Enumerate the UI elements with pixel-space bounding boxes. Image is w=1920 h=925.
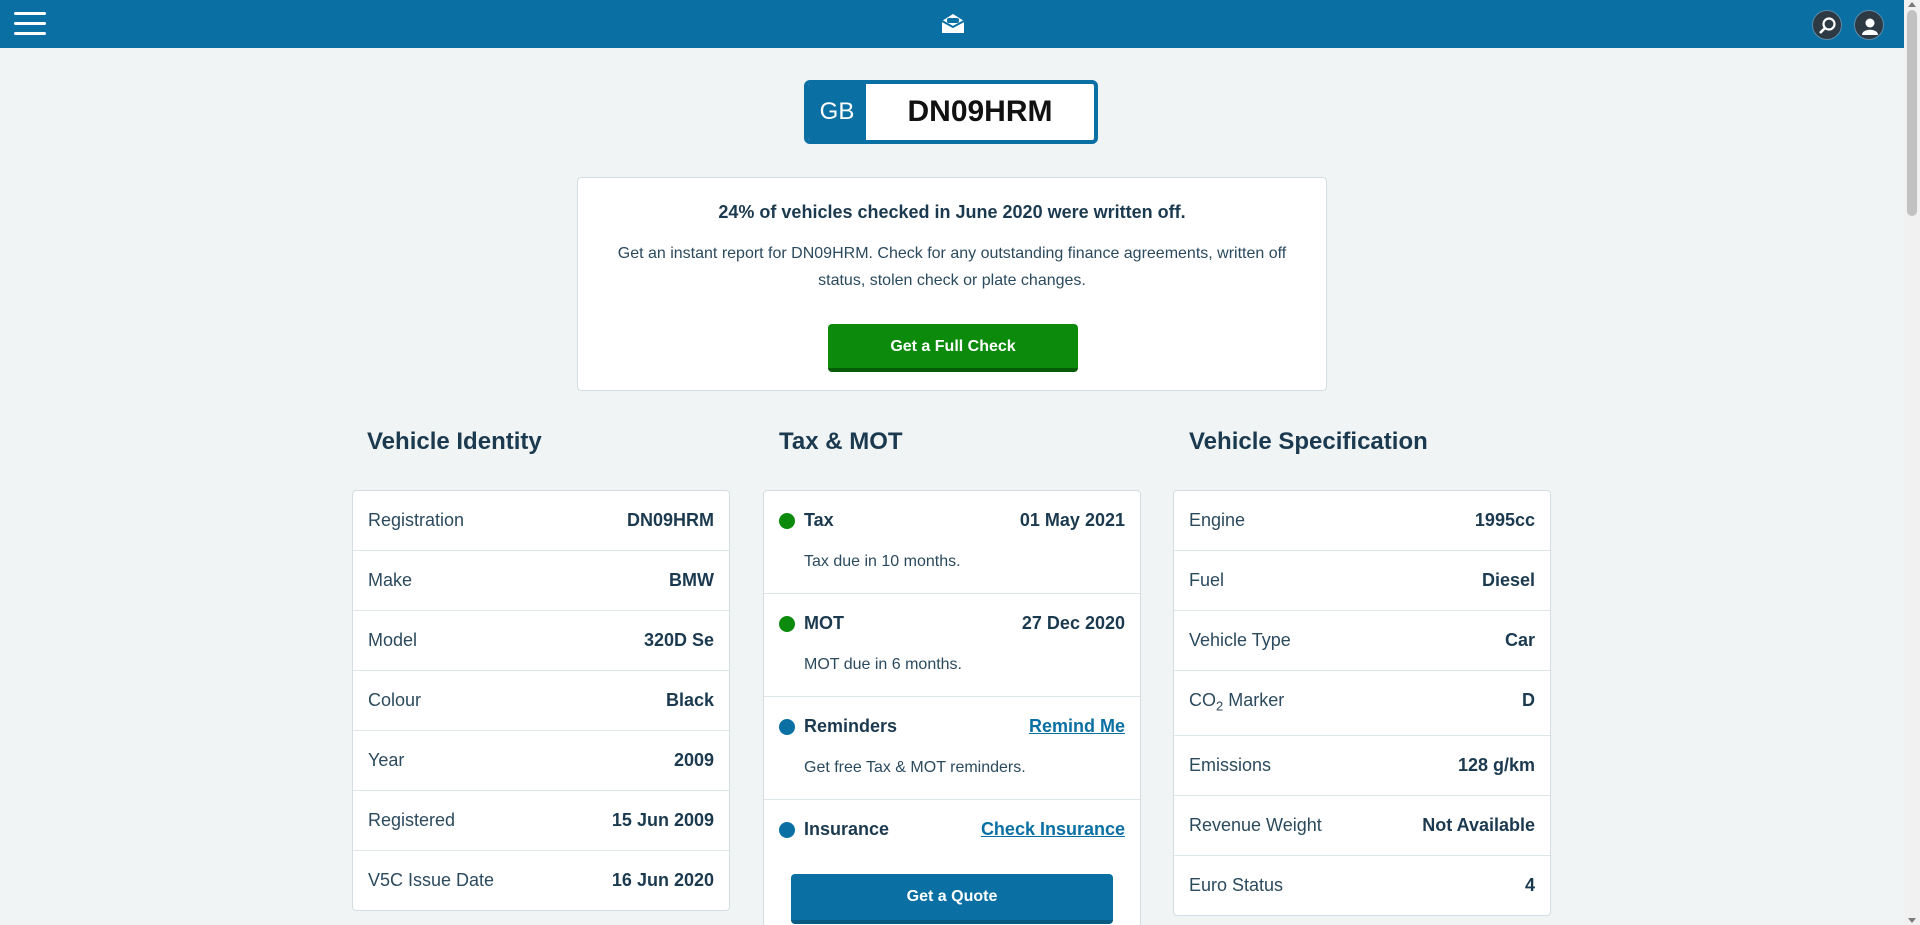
row-label: V5C Issue Date [368,870,495,890]
tax-row: Tax 01 May 2021 Tax due in 10 months. [764,491,1140,594]
account-button[interactable] [1854,10,1884,40]
reminders-label: Reminders [804,716,898,736]
row-label: Vehicle Type [1189,630,1291,650]
co2-label-rest: Marker [1223,690,1285,710]
hamburger-menu-icon[interactable] [14,12,46,36]
identity-row-make: Make BMW [353,551,729,611]
row-label: Year [368,750,405,770]
vehicle-specification-title: Vehicle Specification [1189,428,1428,455]
row-value: 1995cc [1474,510,1535,530]
mot-row: MOT 27 Dec 2020 MOT due in 6 months. [764,594,1140,697]
full-check-promo-card: 24% of vehicles checked in June 2020 wer… [577,177,1327,391]
scroll-up-arrow-icon[interactable] [1908,2,1916,7]
promo-headline: 24% of vehicles checked in June 2020 wer… [718,202,1186,222]
reminders-note: Get free Tax & MOT reminders. [804,759,1026,776]
row-value: 4 [1524,875,1535,895]
co2-label-main: CO [1189,690,1216,710]
vehicle-specification-card: Engine 1995cc Fuel Diesel Vehicle Type Car … [1173,490,1551,916]
vehicle-identity-card: Registration DN09HRM Make BMW Model 320D Se… [352,490,730,911]
get-a-quote-button[interactable]: Get a Quote [791,874,1113,924]
identity-row-registered: Registered 15 Jun 2009 [353,791,729,851]
spec-row-engine: Engine 1995cc [1174,491,1550,551]
row-value: Diesel [1481,570,1535,590]
info-icon [779,822,795,838]
scrollbar-thumb[interactable] [1907,10,1917,216]
spec-row-emissions: Emissions 128 g/km [1174,736,1550,796]
get-full-check-button[interactable]: Get a Full Check [828,324,1078,372]
mot-label: MOT [804,613,844,633]
row-label: Fuel [1189,570,1225,590]
tax-mot-card: Tax 01 May 2021 Tax due in 10 months. MO… [763,490,1141,925]
registration-plate: GB DN09HRM [804,80,1098,144]
tax-label: Tax [804,510,834,530]
row-value: Not Available [1422,815,1535,835]
check-insurance-link[interactable]: Check Insurance [981,819,1125,840]
tax-date: 01 May 2021 [1019,510,1125,530]
row-label: Engine [1189,510,1246,530]
reminders-row: Reminders Remind Me Get free Tax & MOT r… [764,697,1140,800]
user-icon [1862,18,1878,35]
spec-row-vehicle-type: Vehicle Type Car [1174,611,1550,671]
spec-row-revenue-weight: Revenue Weight Not Available [1174,796,1550,856]
identity-row-model: Model 320D Se [353,611,729,671]
check-circle-icon [779,513,795,529]
remind-me-link[interactable]: Remind Me [1029,716,1125,737]
row-label: Make [368,570,413,590]
identity-row-year: Year 2009 [353,731,729,791]
row-value: BMW [669,570,714,590]
scroll-down-arrow-icon[interactable] [1908,918,1916,923]
mot-note: MOT due in 6 months. [804,656,962,673]
row-value: 15 Jun 2009 [611,810,714,830]
plate-registration: DN09HRM [907,95,1053,128]
plate-country-code: GB [808,84,866,140]
mot-date: 27 Dec 2020 [1021,613,1125,633]
row-value: DN09HRM [626,510,714,530]
insurance-label: Insurance [804,819,890,839]
row-value: Black [665,690,714,710]
row-label: Revenue Weight [1189,815,1322,835]
search-button[interactable] [1812,10,1842,40]
tax-note: Tax due in 10 months. [804,553,961,570]
row-value: 2009 [673,750,714,770]
row-value: D [1522,690,1535,710]
row-label: Colour [368,690,422,710]
row-label: Emissions [1189,755,1272,775]
identity-row-v5c-issue-date: V5C Issue Date 16 Jun 2020 [353,851,729,910]
row-value: Car [1504,630,1535,650]
top-navigation-bar [0,0,1904,48]
vehicle-identity-title: Vehicle Identity [367,428,542,455]
row-label: Euro Status [1189,875,1284,895]
info-icon [779,719,795,735]
search-icon [1819,17,1836,34]
spec-row-euro-status: Euro Status 4 [1174,856,1550,915]
row-value: 320D Se [643,630,714,650]
row-label: Registration [368,510,465,530]
row-label: Model [368,630,418,650]
tax-mot-title: Tax & MOT [779,428,903,455]
spec-row-fuel: Fuel Diesel [1174,551,1550,611]
promo-body: Get an instant report for DN09HRM. Check… [617,245,1287,289]
car-envelope-logo-icon[interactable] [940,12,966,36]
check-circle-icon [779,616,795,632]
identity-row-colour: Colour Black [353,671,729,731]
spec-row-co2-marker: CO2 Marker D [1174,671,1550,736]
row-value: 128 g/km [1457,755,1535,775]
page-scrollbar[interactable] [1904,0,1920,925]
row-value: 16 Jun 2020 [611,870,714,890]
row-label: Registered [368,810,456,830]
row-label: CO2 Marker [1189,690,1284,714]
identity-row-registration: Registration DN09HRM [353,491,729,551]
